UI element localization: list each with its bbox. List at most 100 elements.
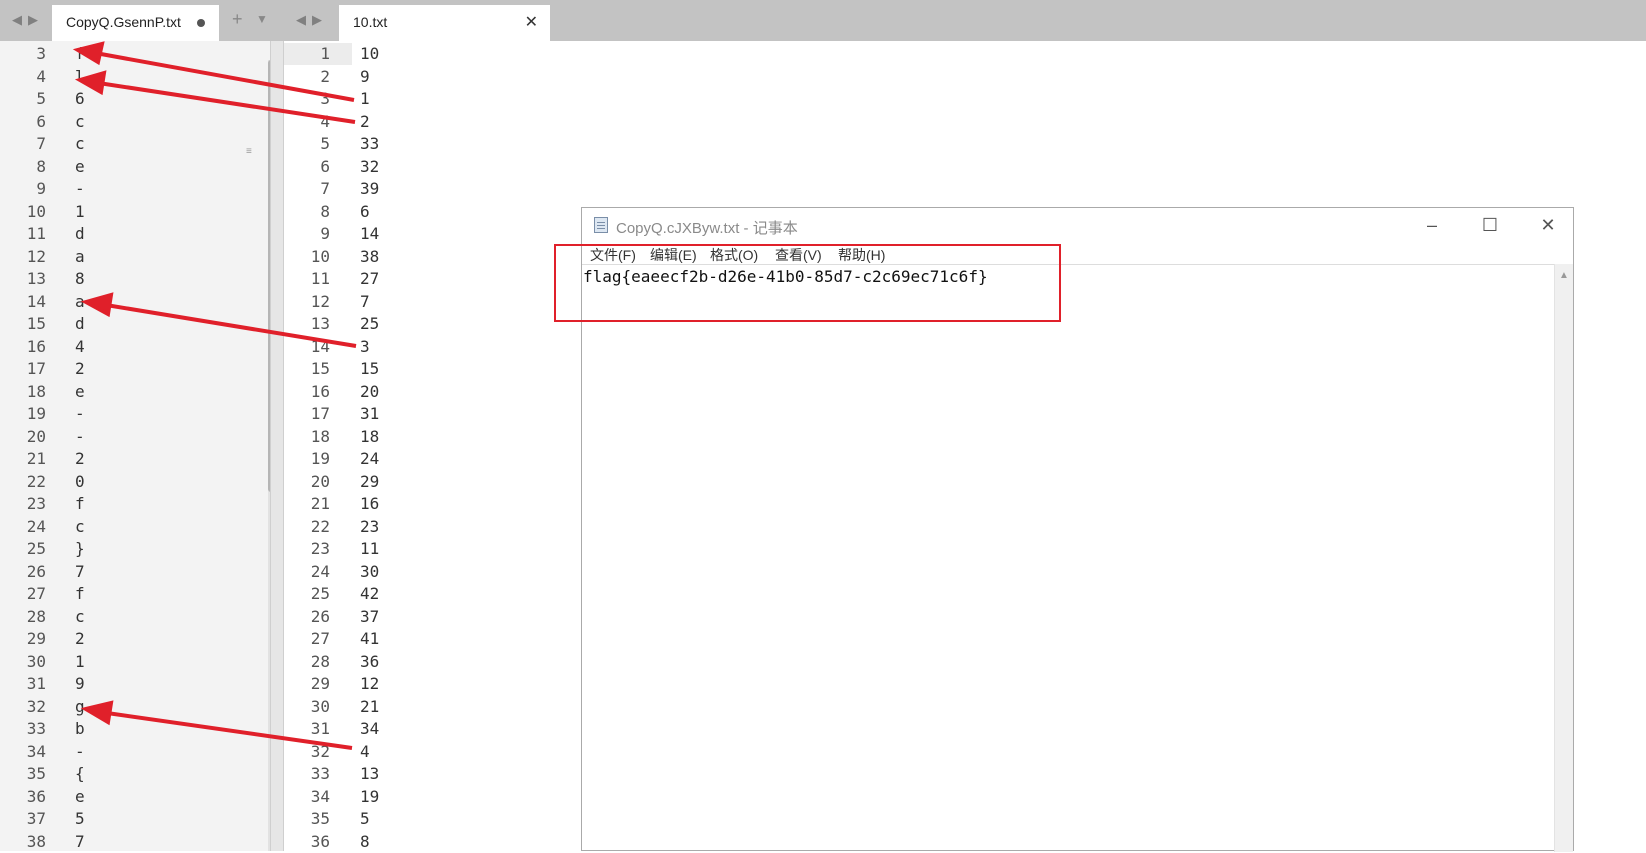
editor-line[interactable]: 42 — [284, 111, 1646, 133]
line-number: 38 — [26, 831, 46, 851]
line-text: - — [75, 426, 85, 446]
line-text: 9 — [75, 674, 85, 693]
editor-line[interactable]: 33 b — [0, 718, 270, 740]
nav-right-icon[interactable]: ▶ — [28, 12, 39, 28]
line-number: 34 — [26, 741, 46, 761]
tab-label: 10.txt — [353, 14, 388, 30]
line-number: 8 — [320, 201, 330, 221]
editor-line[interactable]: 26 7 — [0, 561, 270, 583]
editor-line[interactable]: 24 c — [0, 516, 270, 538]
editor-line[interactable]: 12 a — [0, 246, 270, 268]
line-text: 12 — [360, 674, 380, 693]
line-number: 23 — [310, 539, 330, 558]
close-tab-icon[interactable]: ✕ — [525, 12, 538, 32]
editor-line[interactable]: 29 2 — [0, 628, 270, 650]
editor-line[interactable]: 27 f — [0, 583, 270, 605]
editor-line[interactable]: 25} — [0, 538, 270, 560]
editor-line[interactable]: 19 - — [0, 403, 270, 425]
editor-line[interactable]: 38 7 — [0, 831, 270, 852]
line-number: 22 — [310, 516, 330, 536]
line-text: f — [75, 494, 85, 513]
editor-line[interactable]: 16 4 — [0, 336, 270, 358]
pane-divider[interactable] — [270, 41, 284, 851]
editor-line[interactable]: 8e — [0, 156, 270, 178]
editor-line[interactable]: 14 a — [0, 291, 270, 313]
notepad-text-area[interactable]: flag{eaeecf2b-d26e-41b0-85d7-c2c69ec71c6… — [582, 264, 1554, 853]
editor-line[interactable]: 13 8 — [0, 268, 270, 290]
tab-dropdown-icon[interactable]: ▼ — [256, 12, 268, 26]
left-editor-pane[interactable]: 3 f 4 l 5 6 6 c 7 c 8 e 9-10 1 11 d 12 a 13 8 14 a 15 d 16 4 17 2 18… — [0, 41, 270, 851]
line-number: 24 — [26, 516, 46, 536]
line-number: 19 — [26, 404, 46, 423]
editor-line[interactable]: 7c — [0, 133, 270, 155]
add-tab-icon[interactable]: + — [232, 9, 243, 30]
editor-line[interactable]: 56 — [0, 88, 270, 110]
line-text: 23 — [360, 516, 380, 536]
line-number: 27 — [26, 584, 46, 603]
line-number: 27 — [310, 629, 330, 648]
line-text: 1 — [75, 201, 85, 221]
maximize-icon[interactable]: ☐ — [1467, 212, 1513, 238]
editor-line[interactable]: 31 — [284, 88, 1646, 110]
tab-10-txt[interactable]: 10.txt ✕ — [339, 5, 550, 41]
editor-line[interactable]: 28 c — [0, 606, 270, 628]
editor-line[interactable]: 6c — [0, 111, 270, 133]
line-text: 9 — [360, 66, 370, 86]
editor-line[interactable]: 7 39 — [284, 178, 1646, 200]
close-icon[interactable]: ✕ — [1525, 212, 1571, 238]
nav-left-icon[interactable]: ◀ — [12, 12, 23, 28]
notepad-title-bar[interactable]: CopyQ.cJXByw.txt - 记事本 – ☐ ✕ — [582, 208, 1573, 242]
line-number: 3 — [320, 89, 330, 108]
line-text: 7 — [75, 561, 85, 581]
line-number: 5 — [36, 89, 46, 108]
line-number: 29 — [26, 629, 46, 648]
tab-label: CopyQ.GsennP.txt — [66, 14, 181, 30]
notepad-scrollbar[interactable]: ▲ — [1554, 264, 1573, 852]
line-text: e — [75, 381, 85, 401]
editor-line[interactable]: 31 9 — [0, 673, 270, 695]
line-number: 34 — [310, 786, 330, 806]
line-text: 1 — [360, 89, 370, 108]
line-number: 33 — [310, 764, 330, 783]
editor-line[interactable]: 17 2 — [0, 358, 270, 380]
editor-line[interactable]: 22 0 — [0, 471, 270, 493]
editor-line[interactable]: 10 1 — [0, 201, 270, 223]
editor-line[interactable]: 4l — [0, 66, 270, 88]
minimize-icon[interactable]: – — [1409, 212, 1455, 238]
editor-line[interactable]: 3f — [0, 43, 270, 65]
editor-line[interactable]: 23 f — [0, 493, 270, 515]
editor-line[interactable]: 32 g — [0, 696, 270, 718]
editor-line[interactable]: 29 — [284, 66, 1646, 88]
editor-line[interactable]: 36 e — [0, 786, 270, 808]
editor-line[interactable]: 18 e — [0, 381, 270, 403]
scroll-up-icon[interactable]: ▲ — [1559, 270, 1569, 281]
editor-line[interactable]: 37 5 — [0, 808, 270, 830]
line-text: 6 — [360, 201, 370, 221]
line-text: 14 — [360, 224, 380, 243]
editor-line[interactable]: 20 - — [0, 426, 270, 448]
line-number: 5 — [320, 134, 330, 153]
editor-line[interactable]: 6 32 — [284, 156, 1646, 178]
editor-line[interactable]: 15 d — [0, 313, 270, 335]
line-text: c — [75, 606, 85, 626]
editor-line[interactable]: 5 33 — [284, 133, 1646, 155]
line-number: 22 — [26, 471, 46, 491]
editor-line[interactable]: 30 1 — [0, 651, 270, 673]
editor-line[interactable]: 21 2 — [0, 448, 270, 470]
minimap-marker-icon: ≡ — [246, 146, 252, 157]
editor-line[interactable]: 34 - — [0, 741, 270, 763]
line-text: 3 — [360, 336, 370, 356]
line-number: 37 — [26, 809, 46, 828]
nav-left-icon[interactable]: ◀ — [296, 12, 307, 28]
nav-right-icon[interactable]: ▶ — [312, 12, 323, 28]
editor-line[interactable]: 11 d — [0, 223, 270, 245]
editor-line[interactable]: 9- — [0, 178, 270, 200]
line-text: - — [75, 179, 85, 198]
line-text: 2 — [75, 629, 85, 648]
editor-line[interactable]: 1 10 — [284, 43, 1646, 65]
line-text: 4 — [75, 336, 85, 356]
tab-copyq-gsennp[interactable]: CopyQ.GsennP.txt — [52, 5, 219, 41]
line-number: 16 — [310, 381, 330, 401]
line-text: 41 — [360, 629, 380, 648]
editor-line[interactable]: 35 { — [0, 763, 270, 785]
